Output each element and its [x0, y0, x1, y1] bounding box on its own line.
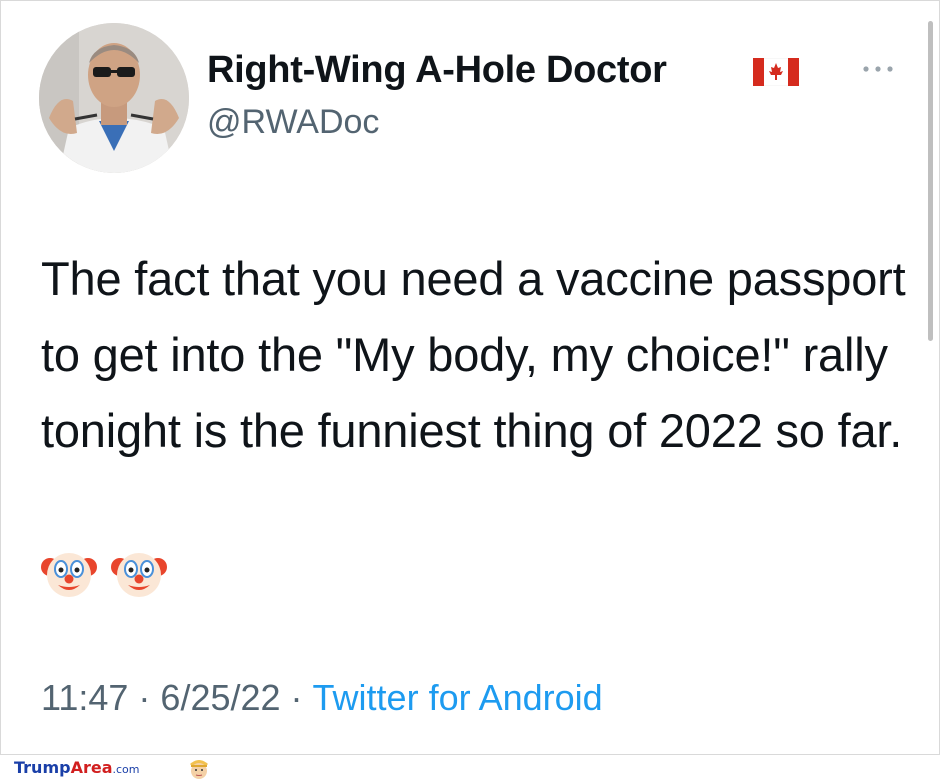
canada-flag-icon: [753, 58, 799, 86]
more-options-icon[interactable]: [861, 61, 895, 77]
avatar[interactable]: [39, 23, 189, 173]
tweet-source-link[interactable]: Twitter for Android: [313, 677, 603, 718]
tweet-date[interactable]: 6/25/22: [160, 677, 280, 718]
emoji-row: [41, 545, 177, 601]
avatar-photo: [39, 23, 189, 173]
tweet-text: The fact that you need a vaccine passpor…: [41, 252, 906, 457]
user-handle[interactable]: @RWADoc: [207, 103, 379, 142]
tweet-time[interactable]: 11:47: [41, 677, 128, 718]
tweet-card: Right-Wing A-Hole Doctor @RWADoc The fac…: [0, 0, 940, 755]
clown-face-icon: [111, 553, 168, 597]
watermark: TrumpArea.com: [14, 756, 208, 780]
watermark-suffix: .com: [112, 763, 140, 776]
separator: ·: [138, 677, 151, 718]
watermark-brand-part1: Trump: [14, 758, 71, 777]
scrollbar[interactable]: [928, 21, 933, 341]
separator: ·: [290, 677, 303, 718]
display-name[interactable]: Right-Wing A-Hole Doctor: [207, 49, 667, 92]
watermark-face-icon: [190, 760, 208, 779]
watermark-brand-part2: Area: [70, 758, 113, 777]
clown-face-icon: [41, 553, 97, 597]
tweet-metadata: 11:47 · 6/25/22 · Twitter for Android: [41, 677, 603, 719]
